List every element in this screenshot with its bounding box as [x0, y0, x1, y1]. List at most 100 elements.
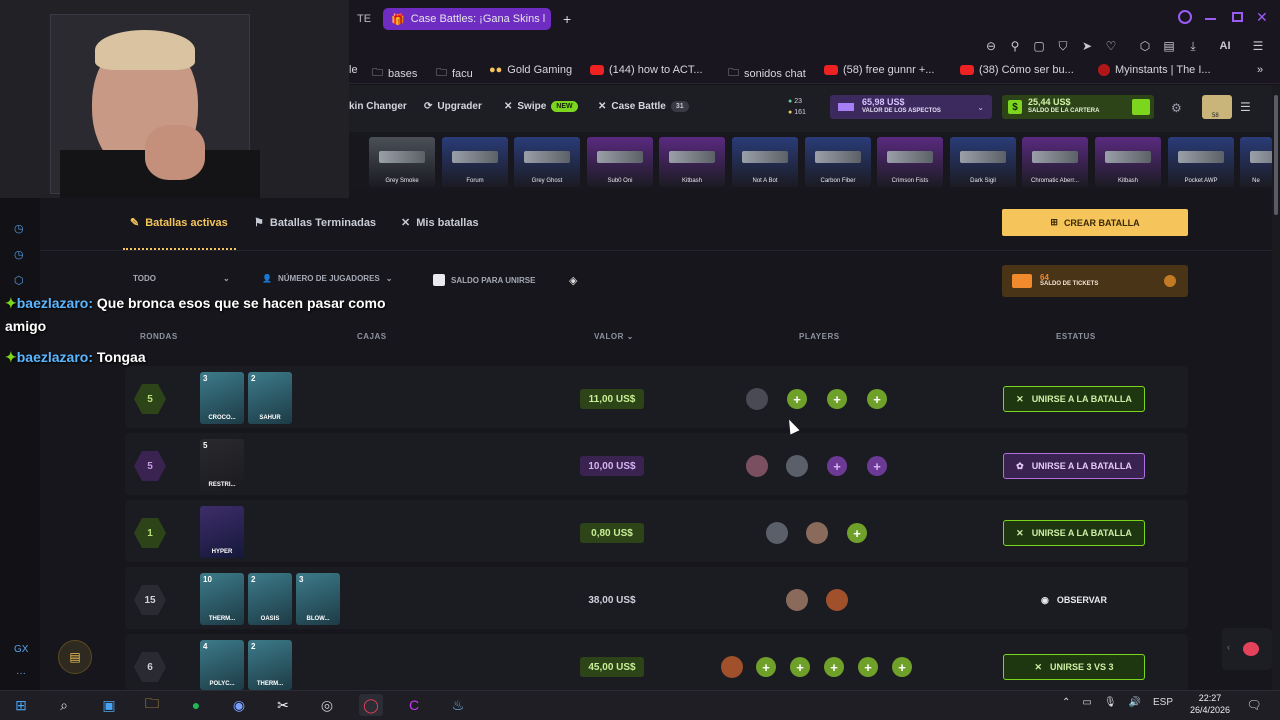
join-battle-button[interactable]: ✿ UNIRSE A LA BATALLA: [1003, 453, 1145, 479]
case-thumbnail[interactable]: 2 SAHUR: [248, 372, 292, 424]
chat-toggle-button[interactable]: ▤: [58, 640, 92, 674]
nav-upgrader[interactable]: ⟳ Upgrader: [424, 101, 482, 112]
spotify-icon[interactable]: ●: [184, 694, 208, 716]
obs-icon[interactable]: ◎: [315, 694, 339, 716]
more-bookmarks-icon[interactable]: »: [1257, 64, 1263, 76]
player-avatar[interactable]: [786, 589, 808, 611]
zoom-out-icon[interactable]: ⊖: [983, 38, 999, 54]
filter-all[interactable]: TODO ⌄: [133, 274, 230, 283]
case-thumbnail[interactable]: 4 POLYC...: [200, 640, 244, 690]
heart-icon[interactable]: ♡: [1103, 38, 1119, 54]
sidebar-gx[interactable]: GX: [14, 644, 28, 655]
hamburger-icon[interactable]: ☰: [1240, 100, 1251, 114]
steam-icon[interactable]: ♨: [446, 694, 470, 716]
bookmark-item[interactable]: Myinstants | The I...: [1098, 64, 1211, 76]
store-icon[interactable]: ▣: [97, 694, 121, 716]
deposit-icon[interactable]: [1132, 99, 1150, 115]
case-thumbnail[interactable]: HYPER: [200, 506, 244, 558]
join-battle-button[interactable]: ✕ UNIRSE A LA BATALLA: [1003, 520, 1145, 546]
bookmark-item[interactable]: (58) free gunnr +...: [824, 64, 934, 76]
opera-gx-icon[interactable]: ◯: [359, 694, 383, 716]
maximize-icon[interactable]: [1232, 12, 1243, 22]
bookmark-item[interactable]: 🗀 sonidos chat: [728, 64, 806, 83]
player-avatar[interactable]: [746, 388, 768, 410]
join-slot-plus-icon[interactable]: +: [824, 657, 844, 677]
eraser-icon[interactable]: ◈: [569, 274, 577, 287]
language-indicator[interactable]: ESP: [1153, 697, 1173, 708]
player-avatar[interactable]: [721, 656, 743, 678]
bookmark-item[interactable]: (38) Cómo ser bu...: [960, 64, 1074, 76]
cube-icon[interactable]: ⬡: [14, 274, 24, 287]
download-icon[interactable]: ⤓: [1185, 38, 1201, 54]
bookmark-item[interactable]: 🗀 bases: [372, 64, 417, 83]
player-avatar[interactable]: [806, 522, 828, 544]
volume-icon[interactable]: 🔊: [1129, 697, 1141, 708]
clock[interactable]: 22:27 26/4/2026: [1190, 692, 1230, 716]
drop-card[interactable]: Carbon Fiber: [805, 137, 871, 187]
drop-card[interactable]: Pocket AWP: [1168, 137, 1234, 187]
case-thumbnail[interactable]: 2 OASIS: [248, 573, 292, 625]
tab-my-battles[interactable]: ✕ Mis batallas: [401, 216, 479, 230]
search-tabs-icon[interactable]: [1178, 10, 1192, 24]
bookmark-item[interactable]: 🗀 facu: [436, 64, 473, 83]
case-thumbnail[interactable]: 5 RESTRI...: [200, 439, 244, 491]
new-tab-button[interactable]: +: [555, 8, 573, 30]
join-slot-plus-icon[interactable]: +: [827, 389, 847, 409]
join-battle-button[interactable]: ✕ UNIRSE A LA BATALLA: [1003, 386, 1145, 412]
player-avatar[interactable]: [746, 455, 768, 477]
send-icon[interactable]: ➤: [1079, 38, 1095, 54]
player-avatar[interactable]: [766, 522, 788, 544]
case-thumbnail[interactable]: 3 CROCO...: [200, 372, 244, 424]
search-icon[interactable]: ⌕: [52, 694, 76, 716]
join-slot-plus-icon[interactable]: +: [827, 456, 847, 476]
player-avatar[interactable]: [826, 589, 848, 611]
join-slot-plus-icon[interactable]: +: [787, 389, 807, 409]
player-avatar[interactable]: [786, 455, 808, 477]
filter-players[interactable]: 👤 NÚMERO DE JUGADORES ⌄: [262, 274, 392, 283]
join-slot-plus-icon[interactable]: +: [867, 456, 887, 476]
bookmark-item[interactable]: (144) how to ACT...: [590, 64, 703, 76]
nav-skin-changer[interactable]: kin Changer: [349, 101, 407, 112]
info-icon[interactable]: [1164, 275, 1176, 287]
join-slot-plus-icon[interactable]: +: [858, 657, 878, 677]
join-slot-plus-icon[interactable]: +: [892, 657, 912, 677]
join-slot-plus-icon[interactable]: +: [847, 523, 867, 543]
tickets-box[interactable]: 64 SALDO DE TICKETS: [1002, 265, 1188, 297]
drop-card[interactable]: Chromatic Aberr...: [1022, 137, 1088, 187]
drop-card[interactable]: Dark Sigil: [950, 137, 1016, 187]
chevron-up-icon[interactable]: ⌃: [1062, 697, 1070, 708]
checkbox[interactable]: [433, 274, 445, 286]
create-battle-button[interactable]: ⊞ CREAR BATALLA: [1002, 209, 1188, 236]
col-value[interactable]: VALOR ⌄: [594, 332, 634, 341]
filter-balance-join[interactable]: SALDO PARA UNIRSE: [433, 274, 535, 286]
skins-value-box[interactable]: 65,98 US$ VALOR DE LOS ASPECTOS ⌄: [830, 95, 992, 119]
nav-case-battle[interactable]: ✕ Case Battle 31: [598, 101, 689, 112]
tab-partial[interactable]: TE R: [349, 8, 375, 30]
canva-icon[interactable]: C: [402, 694, 426, 716]
notifications-icon[interactable]: 🗨: [1242, 694, 1266, 716]
mic-icon[interactable]: 🎙: [1104, 697, 1117, 708]
drop-card[interactable]: Not A Bot: [732, 137, 798, 187]
shield-icon[interactable]: ⛉: [1055, 38, 1071, 54]
join-slot-plus-icon[interactable]: +: [790, 657, 810, 677]
wallet-icon[interactable]: ▤: [1161, 38, 1177, 54]
scrollbar-thumb[interactable]: [1274, 95, 1278, 215]
drop-card[interactable]: Crimson Fists: [877, 137, 943, 187]
observe-button[interactable]: ◉ OBSERVAR: [1003, 587, 1145, 613]
network-icon[interactable]: ▭: [1082, 697, 1091, 708]
drop-card[interactable]: Sub0 Oni: [587, 137, 653, 187]
join-slot-plus-icon[interactable]: +: [867, 389, 887, 409]
windows-start-icon[interactable]: ⊞: [9, 694, 33, 716]
drop-card[interactable]: Kitbash: [659, 137, 725, 187]
extensions-icon[interactable]: ⬡: [1137, 38, 1153, 54]
pin-icon[interactable]: ⚲: [1007, 38, 1023, 54]
capcut-icon[interactable]: ✂: [271, 694, 295, 716]
bookmark-item[interactable]: ●● Gold Gaming: [489, 64, 572, 76]
bookmark-item[interactable]: le: [349, 64, 358, 76]
more-icon[interactable]: ···: [16, 668, 26, 679]
ai-button[interactable]: AI: [1210, 38, 1240, 54]
page-scrollbar[interactable]: [1272, 85, 1280, 690]
clock-icon[interactable]: ◷: [14, 248, 24, 261]
close-icon[interactable]: ✕: [1256, 9, 1268, 26]
drop-card[interactable]: Grey Ghost: [514, 137, 580, 187]
